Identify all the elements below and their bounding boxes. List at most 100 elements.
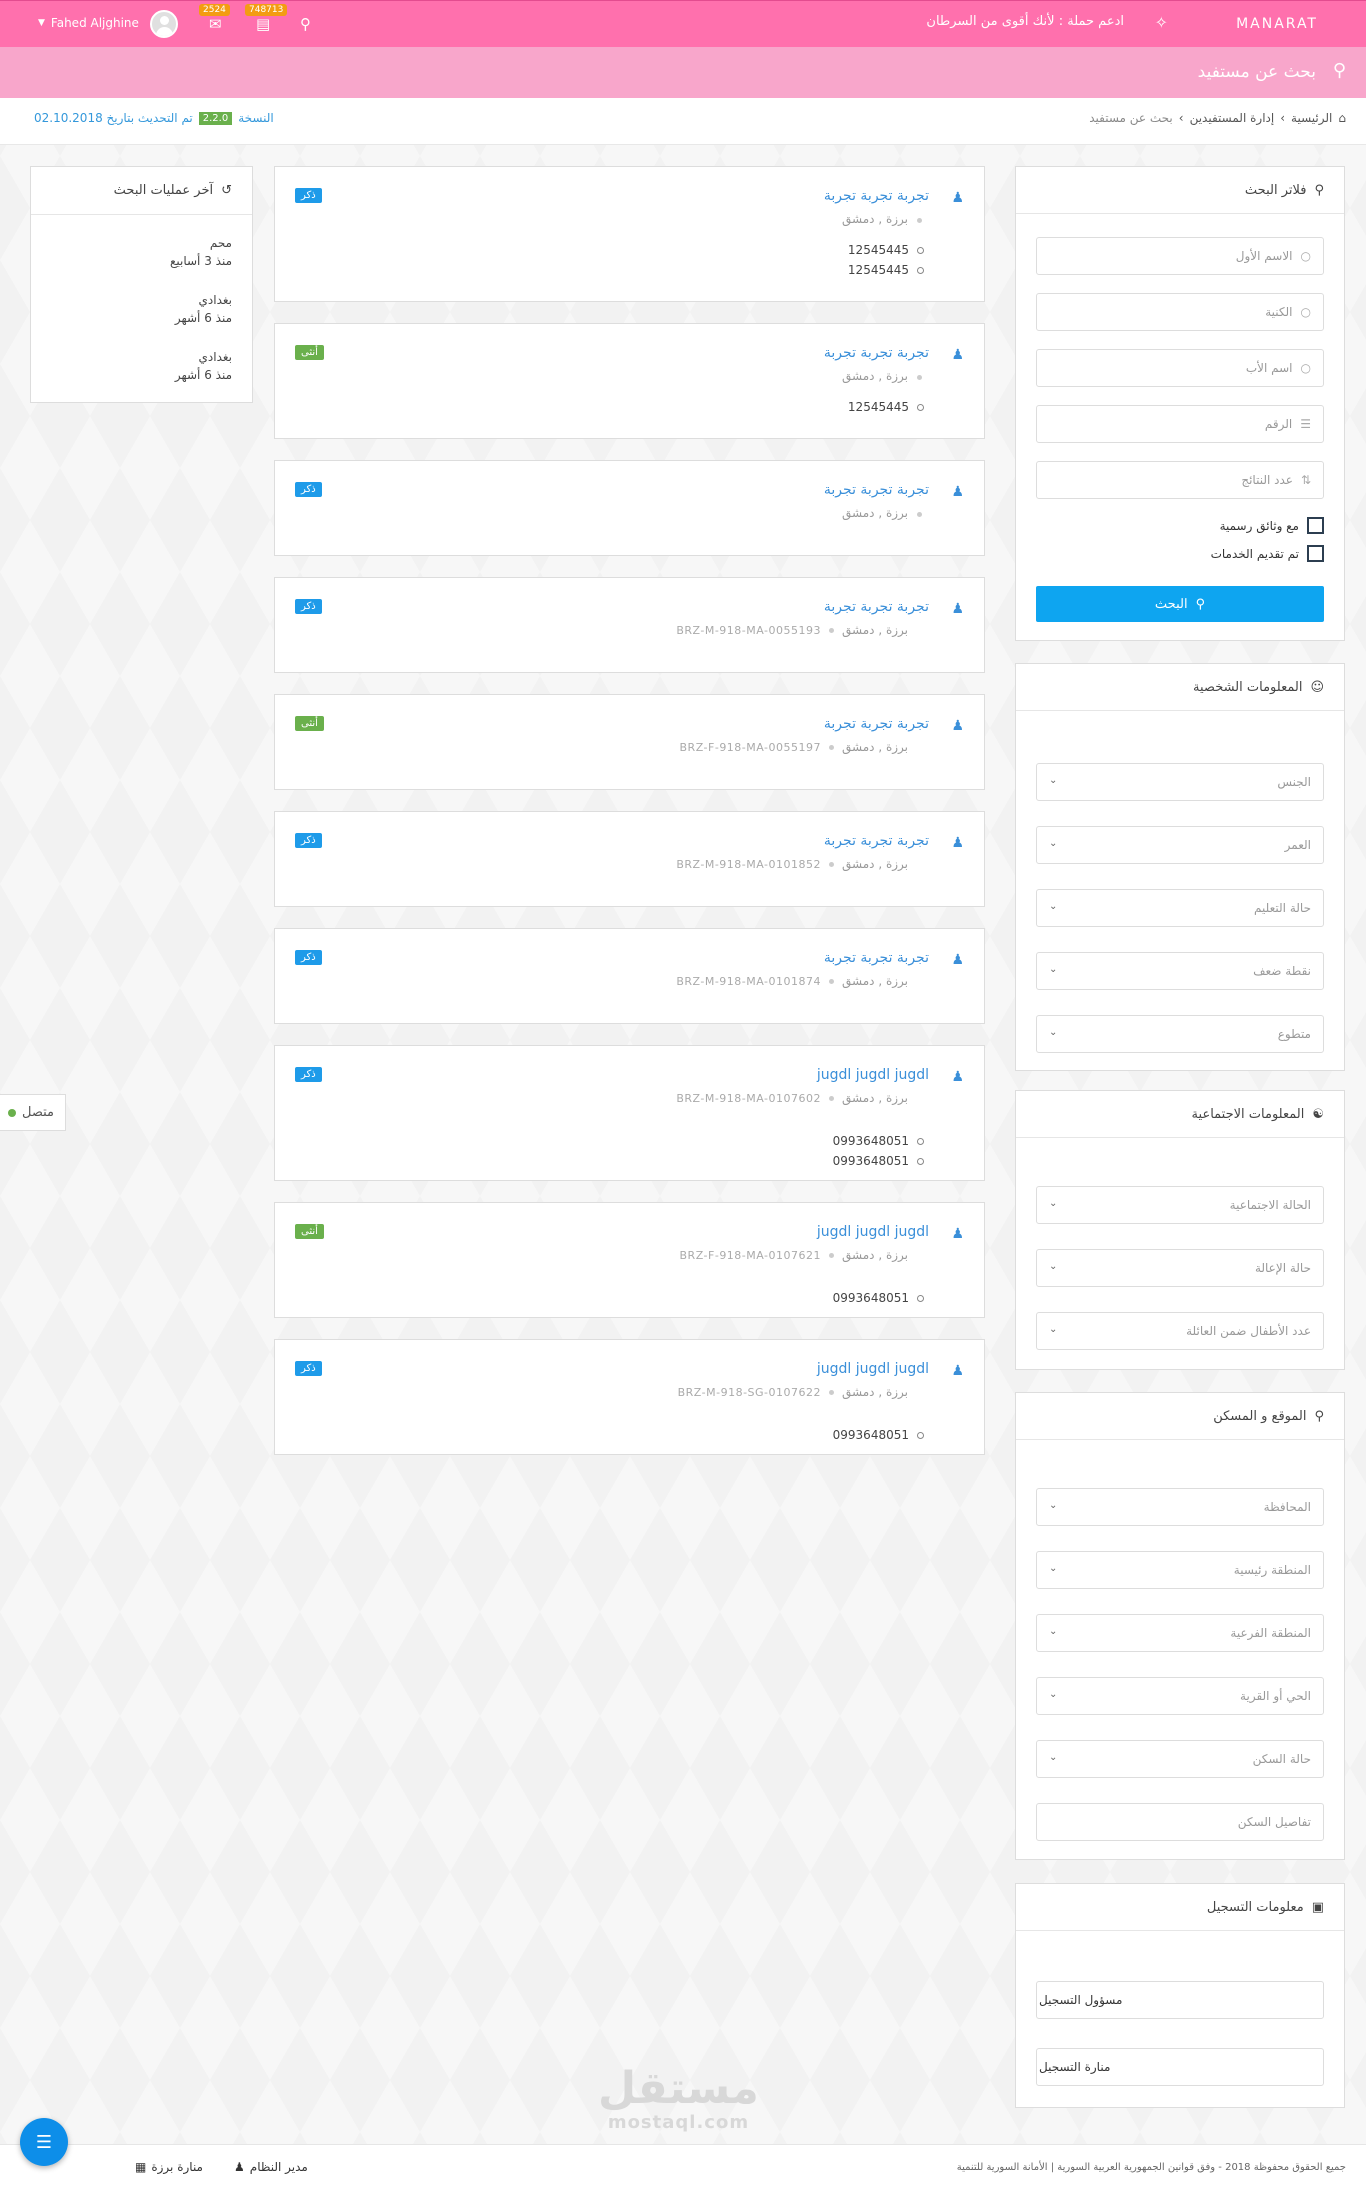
gender-select[interactable]: الجنس ⌄ — [1036, 763, 1324, 801]
social-info-panel: ☯ المعلومات الاجتماعية الحالة الاجتماعية ⌄… — [1015, 1090, 1345, 1370]
phone-line: 0993648051 — [833, 1154, 924, 1168]
main-area-select[interactable]: المنطقة رئيسية ⌄ — [1036, 1551, 1324, 1589]
history-item[interactable]: بغدادي منذ 6 أشهر — [175, 291, 232, 327]
search-icon[interactable]: ⚲ — [300, 15, 311, 33]
marital-select[interactable]: الحالة الاجتماعية ⌄ — [1036, 1186, 1324, 1224]
tasks-icon[interactable]: ▤ — [256, 15, 270, 33]
neighborhood-select[interactable]: الحي أو القرية ⌄ — [1036, 1677, 1324, 1715]
sub-area-select[interactable]: المنطقة الفرعية ⌄ — [1036, 1614, 1324, 1652]
footer-admin[interactable]: ♟ مدير النظام — [234, 2160, 308, 2174]
official-docs-checkbox[interactable]: مع وثائق رسمية — [1220, 517, 1324, 534]
location-line: برزة , دمشق BRZ-F-918-MA-0055197 — [680, 740, 908, 754]
result-card[interactable]: ♟ تجربة تجربة تجربة أنثى برزة , دمشق 1254544… — [274, 323, 985, 439]
chevron-down-icon: ⌄ — [1049, 1500, 1058, 1511]
registration-officer-input[interactable]: مسؤول التسجيل — [1036, 1981, 1324, 2019]
registration-center-input[interactable]: منارة التسجيل — [1036, 2048, 1324, 2086]
user-icon: ♟ — [951, 835, 964, 851]
separator-dot — [917, 375, 922, 380]
beneficiary-name[interactable]: تجربة تجربة تجربة — [824, 482, 929, 498]
weakness-select[interactable]: نقطة ضعف ⌄ — [1036, 952, 1324, 990]
history-item[interactable]: بغدادي منذ 6 أشهر — [175, 348, 232, 384]
campaign-link[interactable]: ادعم حملة : لأنك أقوى من السرطان — [926, 14, 1124, 29]
footer-center[interactable]: ▦ منارة برزة — [135, 2160, 203, 2174]
result-card[interactable]: ♟ تجربة تجربة تجربة ذكر برزة , دمشق BRZ-M-91… — [274, 928, 985, 1024]
messages-icon[interactable]: ✉ — [209, 15, 222, 33]
history-icon: ↺ — [221, 183, 232, 198]
location-line: برزة , دمشق BRZ-M-918-MA-0107602 — [676, 1091, 908, 1105]
result-card[interactable]: ♟ تجربة تجربة تجربة ذكر برزة , دمشق BRZ-M-91… — [274, 577, 985, 673]
dependency-select[interactable]: حالة الإعالة ⌄ — [1036, 1249, 1324, 1287]
number-input[interactable]: ☰ الرقم — [1036, 405, 1324, 443]
phone-icon — [917, 1137, 924, 1145]
chevron-down-icon: ⌄ — [1049, 1261, 1058, 1272]
beneficiary-name[interactable]: تجربة تجربة تجربة — [824, 833, 929, 849]
phone-line: 0993648051 — [833, 1291, 924, 1305]
user-icon: ♟ — [951, 347, 964, 363]
breadcrumb-section[interactable]: إدارة المستفيدين — [1190, 111, 1275, 125]
user-icon: ♟ — [951, 601, 964, 617]
result-card[interactable]: ♟ jugdl jugdl jugdl ذكر برزة , دمشق BRZ-M-91… — [274, 1045, 985, 1181]
online-status[interactable]: متصل — [0, 1094, 66, 1131]
phone-number: 12545445 — [847, 243, 909, 257]
phone-icon — [917, 246, 924, 254]
location-line: برزة , دمشق BRZ-F-918-MA-0107621 — [680, 1248, 908, 1262]
result-card[interactable]: ♟ jugdl jugdl jugdl ذكر برزة , دمشق BRZ-M-91… — [274, 1339, 985, 1455]
version-badge: 2.2.0 — [198, 111, 233, 125]
beneficiary-name[interactable]: jugdl jugdl jugdl — [817, 1224, 929, 1240]
user-name: Fahed Aljghine — [50, 16, 139, 30]
beneficiary-name[interactable]: تجربة تجربة تجربة — [824, 345, 929, 361]
chevron-down-icon: ⌄ — [1049, 1752, 1058, 1763]
personal-info-panel: ☺ المعلومات الشخصية الجنس ⌄ العمر ⌄ حالة ال… — [1015, 663, 1345, 1071]
children-select[interactable]: عدد الأطفال ضمن العائلة ⌄ — [1036, 1312, 1324, 1350]
age-select[interactable]: العمر ⌄ — [1036, 826, 1324, 864]
chevron-down-icon: ⌄ — [1049, 1563, 1058, 1574]
housing-status-select[interactable]: حالة السكن ⌄ — [1036, 1740, 1324, 1778]
surname-input[interactable]: ○ الكنية — [1036, 293, 1324, 331]
beneficiary-name[interactable]: تجربة تجربة تجربة — [824, 716, 929, 732]
housing-details-input[interactable]: تفاصيل السكن — [1036, 1803, 1324, 1841]
result-card[interactable]: ♟ تجربة تجربة تجربة أنثى برزة , دمشق BRZ-F-9… — [274, 694, 985, 790]
phone-line: 0993648051 — [833, 1134, 924, 1148]
chevron-down-icon: ⌄ — [1049, 775, 1058, 786]
father-name-input[interactable]: ○ اسم الأب — [1036, 349, 1324, 387]
results-count-input[interactable]: ⇅ عدد النتائج — [1036, 461, 1324, 499]
volunteer-select[interactable]: متطوع ⌄ — [1036, 1015, 1324, 1053]
location-line: برزة , دمشق BRZ-M-918-SG-0107622 — [678, 1385, 908, 1399]
home-icon[interactable]: ⌂ — [1338, 111, 1346, 125]
result-card[interactable]: ♟ تجربة تجربة تجربة ذكر برزة , دمشق — [274, 460, 985, 556]
beneficiary-name[interactable]: jugdl jugdl jugdl — [817, 1361, 929, 1377]
separator-dot — [829, 861, 835, 867]
search-icon: ⚲ — [1195, 596, 1206, 611]
history-item[interactable]: محم منذ 3 أسابيع — [170, 234, 232, 270]
first-name-input[interactable]: ○ الاسم الأول — [1036, 237, 1324, 275]
beneficiary-name[interactable]: تجربة تجربة تجربة — [824, 188, 929, 204]
breadcrumb-separator: ‹ — [1178, 111, 1184, 125]
menu-fab-button[interactable]: ☰ — [20, 2118, 68, 2166]
result-card[interactable]: ♟ تجربة تجربة تجربة ذكر برزة , دمشق 12545445… — [274, 166, 985, 302]
copyright: جميع الحقوق محفوظة 2018 - وفق قوانين الج… — [956, 2162, 1346, 2173]
brand-logo[interactable]: MANARAT — [1236, 16, 1318, 32]
checkbox[interactable] — [1307, 545, 1324, 562]
checkbox[interactable] — [1307, 517, 1324, 534]
governorate-select[interactable]: المحافظة ⌄ — [1036, 1488, 1324, 1526]
map-marker-icon: ⚲ — [1314, 1408, 1324, 1424]
result-card[interactable]: ♟ jugdl jugdl jugdl أنثى برزة , دمشق BRZ-F-9… — [274, 1202, 985, 1318]
separator-dot — [829, 978, 835, 984]
avatar[interactable] — [150, 10, 178, 38]
separator-dot — [829, 627, 835, 633]
result-card[interactable]: ♟ تجربة تجربة تجربة ذكر برزة , دمشق BRZ-M-91… — [274, 811, 985, 907]
user-menu[interactable]: ▼ Fahed Aljghine — [38, 16, 139, 30]
beneficiary-name[interactable]: تجربة تجربة تجربة — [824, 950, 929, 966]
tasks-badge: 748713 — [245, 4, 288, 16]
search-button[interactable]: البحث ⚲ — [1036, 586, 1324, 622]
breadcrumb-home[interactable]: الرئيسية — [1291, 111, 1332, 125]
beneficiary-name[interactable]: تجربة تجربة تجربة — [824, 599, 929, 615]
location-line: برزة , دمشق BRZ-M-918-MA-0055193 — [676, 623, 908, 637]
education-select[interactable]: حالة التعليم ⌄ — [1036, 889, 1324, 927]
search-history-panel: ↺ آخر عمليات البحث محم منذ 3 أسابيع بغدادي… — [30, 166, 253, 403]
location-line: برزة , دمشق — [842, 506, 908, 520]
phone-icon — [917, 1157, 924, 1165]
services-provided-checkbox[interactable]: تم تقديم الخدمات — [1211, 545, 1324, 562]
beneficiary-name[interactable]: jugdl jugdl jugdl — [817, 1067, 929, 1083]
panel-title: المعلومات الشخصية — [1193, 679, 1303, 695]
